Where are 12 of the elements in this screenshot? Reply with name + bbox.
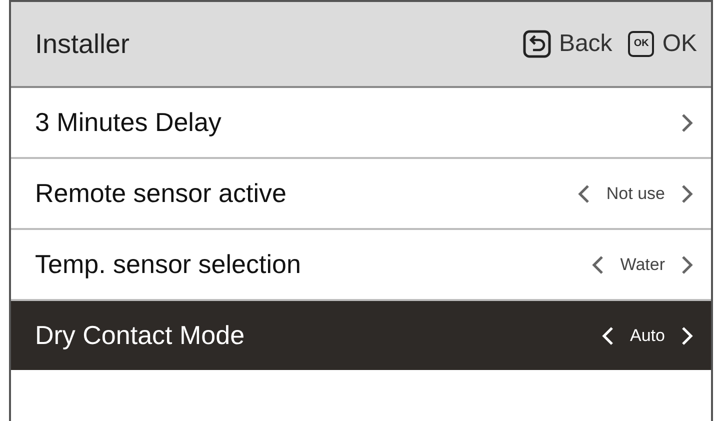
screen-title: Installer xyxy=(35,28,130,61)
menu-label: Temp. sensor selection xyxy=(35,248,301,281)
back-icon xyxy=(522,30,551,58)
ok-label[interactable]: OK xyxy=(662,26,697,62)
menu-label: Remote sensor active xyxy=(35,177,286,210)
menu-label: 3 Minutes Delay xyxy=(35,106,222,139)
option-value: Water xyxy=(620,254,665,276)
option-value: Auto xyxy=(630,324,665,347)
menu-label: Dry Contact Mode xyxy=(35,319,245,352)
back-label[interactable]: Back xyxy=(558,26,612,62)
option-value: Not use xyxy=(606,182,665,205)
ok-key-icon: OK xyxy=(628,31,654,57)
